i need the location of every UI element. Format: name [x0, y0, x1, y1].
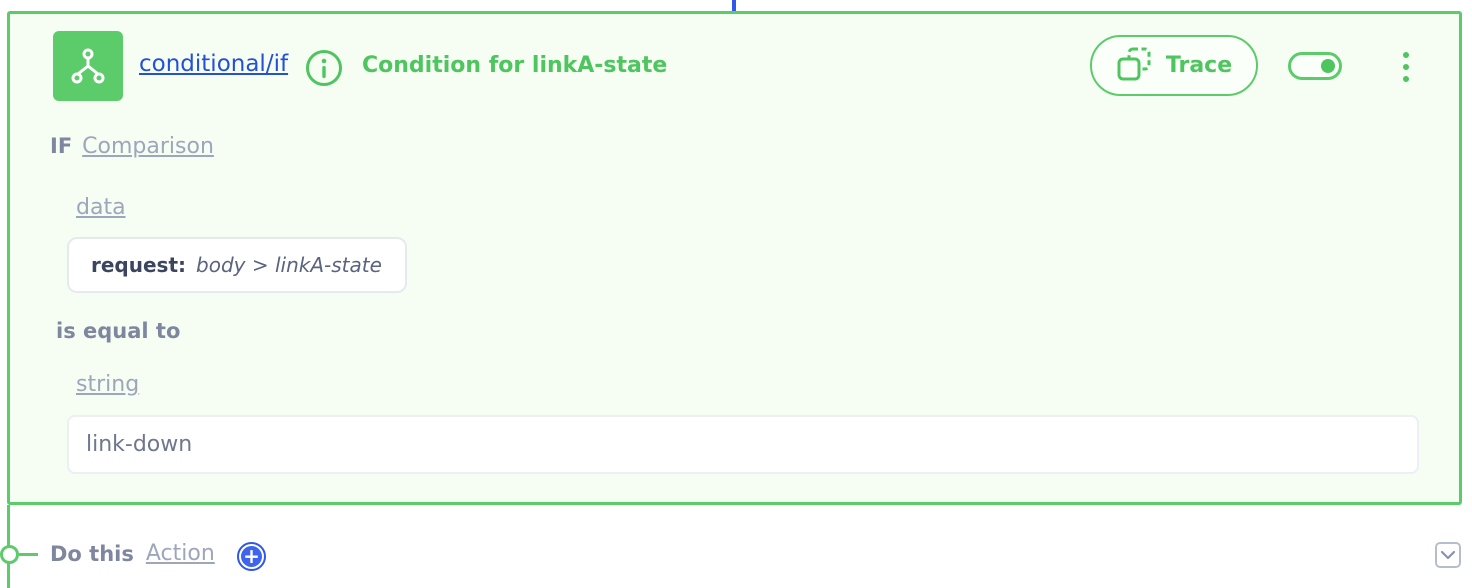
enable-toggle[interactable]	[1288, 52, 1342, 80]
right-operand-type-link[interactable]: string	[76, 372, 139, 397]
operator-label[interactable]: is equal to	[56, 319, 180, 343]
more-dot	[1403, 52, 1409, 58]
branch-icon	[53, 31, 123, 101]
more-dot	[1403, 76, 1409, 82]
branch-junction	[0, 545, 19, 564]
comparison-link[interactable]: Comparison	[82, 134, 214, 159]
info-icon[interactable]	[304, 48, 344, 88]
more-dot	[1403, 64, 1409, 70]
left-operand-type-link[interactable]: data	[76, 195, 126, 220]
chevron-down-icon	[1440, 546, 1456, 565]
trace-label: Trace	[1165, 53, 1233, 78]
conditional-node-card: conditional/if Condition for linkA-state…	[7, 11, 1462, 505]
do-this-label: Do this	[50, 541, 134, 566]
if-label: IF	[50, 134, 73, 158]
request-key: request:	[91, 253, 187, 277]
trace-icon	[1116, 46, 1152, 86]
if-row: IF Comparison	[50, 134, 214, 159]
toggle-knob	[1321, 59, 1335, 73]
add-action-button[interactable]: +	[237, 542, 266, 571]
node-type-link[interactable]: conditional/if	[139, 51, 288, 77]
do-this-row: Do this Action	[50, 541, 215, 566]
collapse-button[interactable]	[1435, 542, 1461, 568]
node-title: Condition for linkA-state	[362, 53, 668, 78]
action-link[interactable]: Action	[146, 541, 215, 566]
plus-circle-icon: +	[241, 546, 262, 567]
trace-button[interactable]: Trace	[1090, 35, 1258, 96]
request-path-pill[interactable]: request: body > linkA-state	[67, 237, 407, 293]
branch-stub-line	[19, 553, 38, 556]
request-path: body > linkA-state	[196, 253, 382, 277]
value-input[interactable]: link-down	[67, 415, 1419, 474]
more-vertical-icon[interactable]	[1394, 52, 1418, 82]
